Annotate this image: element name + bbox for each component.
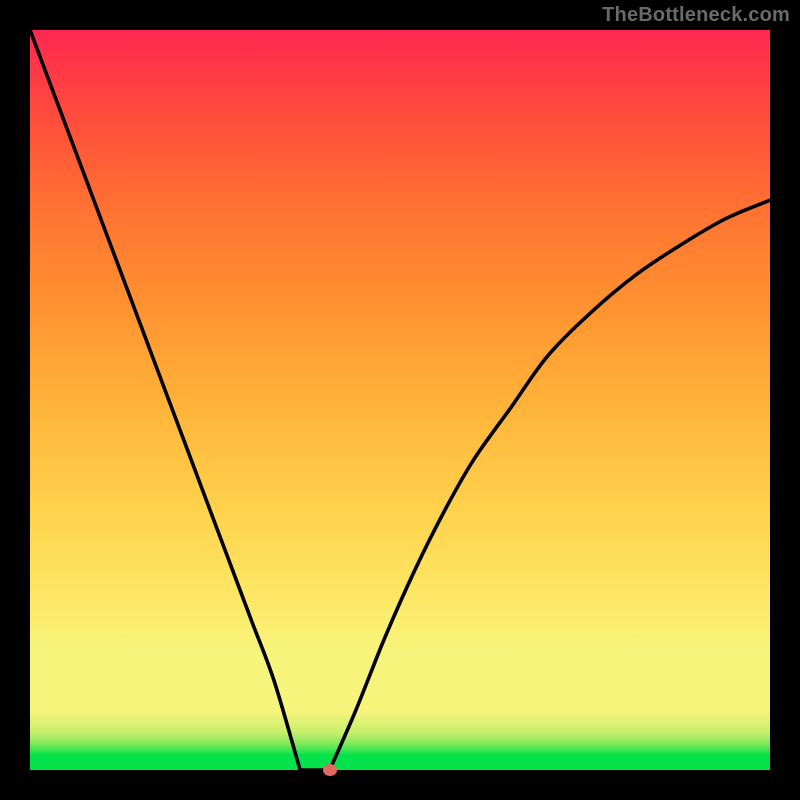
minimum-marker (323, 764, 337, 776)
chart-frame: TheBottleneck.com (0, 0, 800, 800)
bottleneck-curve (30, 30, 770, 770)
plot-area (30, 30, 770, 770)
watermark-text: TheBottleneck.com (602, 4, 790, 27)
